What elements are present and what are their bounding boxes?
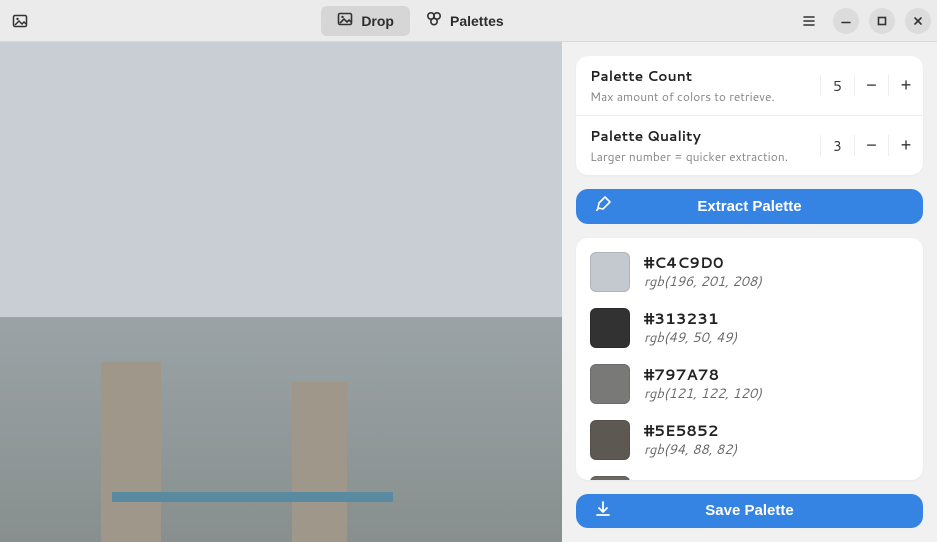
increment-button[interactable]: + (889, 135, 923, 156)
color-row[interactable]: #797A78 rgb(121, 122, 120) (576, 356, 923, 412)
dropped-image (0, 42, 562, 542)
maximize-button[interactable] (869, 8, 895, 34)
color-row[interactable]: #C4C9D0 rgb(196, 201, 208) (576, 244, 923, 300)
color-hex: #313231 (644, 308, 737, 329)
color-hex: #797A78 (644, 364, 762, 385)
decrement-button[interactable]: − (855, 135, 889, 156)
setting-subtitle: Larger number = quicker extraction. (590, 148, 806, 165)
tab-palettes-label: Palettes (450, 13, 504, 29)
sidebar: Palette Count Max amount of colors to re… (562, 42, 937, 542)
titlebar: Drop Palettes (0, 0, 937, 42)
color-swatch (590, 420, 630, 460)
setting-title: Palette Quality (590, 126, 806, 146)
setting-title: Palette Count (590, 66, 806, 86)
color-rgb: rgb(121, 122, 120) (644, 385, 762, 403)
color-row[interactable]: #313231 rgb(49, 50, 49) (576, 300, 923, 356)
brush-icon (594, 195, 612, 217)
extract-label: Extract Palette (697, 198, 801, 215)
settings-card: Palette Count Max amount of colors to re… (576, 56, 923, 175)
extract-palette-button[interactable]: Extract Palette (576, 189, 923, 224)
save-palette-button[interactable]: Save Palette (576, 494, 923, 529)
minimize-button[interactable] (833, 8, 859, 34)
save-label: Save Palette (705, 502, 793, 519)
app-image-icon[interactable] (6, 7, 34, 35)
color-swatch (590, 252, 630, 292)
close-button[interactable] (905, 8, 931, 34)
color-swatch (590, 308, 630, 348)
stepper-value: 3 (821, 135, 855, 156)
quantity-stepper: 5 − + (820, 75, 923, 96)
palette-icon (426, 11, 442, 30)
decrement-button[interactable]: − (855, 75, 889, 96)
color-hex: #6A6860 (644, 476, 754, 480)
color-hex: #5E5852 (644, 420, 737, 441)
menu-button[interactable] (795, 7, 823, 35)
download-icon (594, 500, 612, 522)
setting-palette-quality: Palette Quality Larger number = quicker … (576, 116, 923, 175)
image-pane[interactable] (0, 42, 562, 542)
color-rgb: rgb(49, 50, 49) (644, 329, 737, 347)
colors-list: #C4C9D0 rgb(196, 201, 208) #313231 rgb(4… (576, 238, 923, 480)
color-swatch (590, 476, 630, 480)
tab-drop[interactable]: Drop (321, 6, 410, 36)
image-icon (337, 11, 353, 30)
setting-subtitle: Max amount of colors to retrieve. (590, 88, 806, 105)
color-swatch (590, 364, 630, 404)
color-row[interactable]: #6A6860 rgb(106, 104, 96) (576, 468, 923, 480)
color-row[interactable]: #5E5852 rgb(94, 88, 82) (576, 412, 923, 468)
setting-palette-count: Palette Count Max amount of colors to re… (576, 56, 923, 116)
color-rgb: rgb(196, 201, 208) (644, 273, 762, 291)
color-rgb: rgb(94, 88, 82) (644, 441, 737, 459)
tab-palettes[interactable]: Palettes (410, 6, 520, 36)
color-hex: #C4C9D0 (644, 252, 762, 273)
increment-button[interactable]: + (889, 75, 923, 96)
quantity-stepper: 3 − + (820, 135, 923, 156)
stepper-value: 5 (821, 75, 855, 96)
tab-drop-label: Drop (361, 13, 394, 29)
